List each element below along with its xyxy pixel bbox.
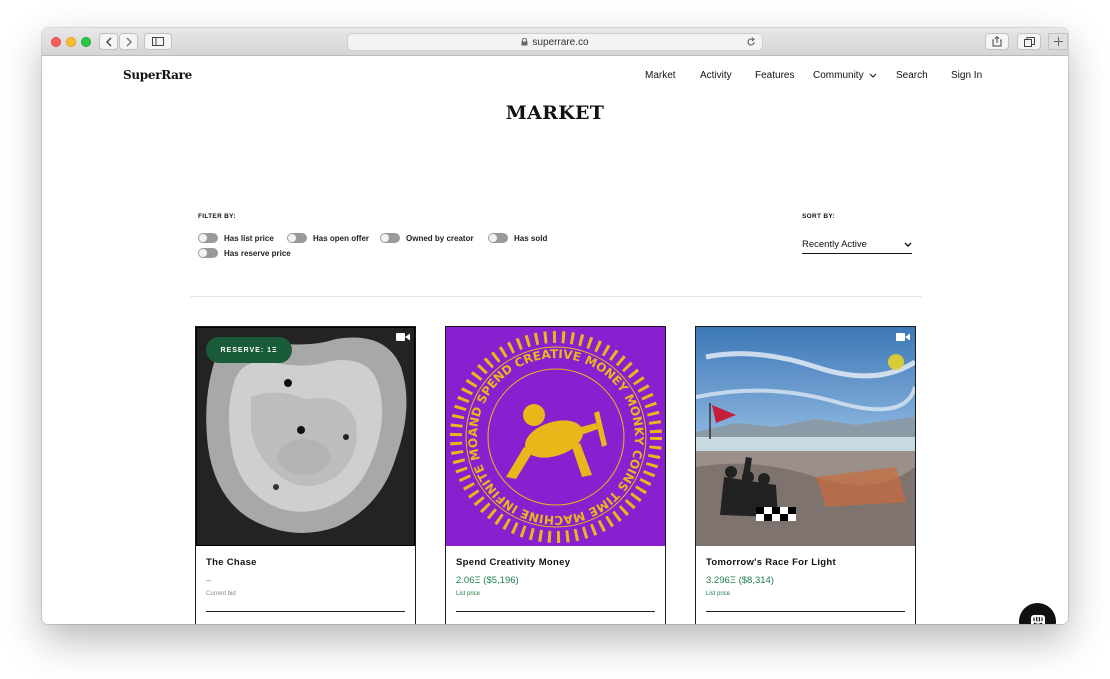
forward-button[interactable] — [119, 33, 138, 50]
toggle-label: Has reserve price — [224, 248, 291, 258]
toggle-owned-by-creator[interactable]: Owned by creator — [380, 233, 474, 243]
card-divider — [706, 611, 905, 612]
share-button[interactable] — [985, 33, 1009, 50]
page-content: SuperRare Market Activity Features Commu… — [42, 56, 1068, 624]
video-icon — [396, 333, 410, 341]
superrare-logo[interactable]: SuperRare — [123, 68, 192, 82]
toggle-switch[interactable] — [198, 248, 218, 258]
video-icon — [896, 333, 910, 341]
reserve-badge: RESERVE: 1Ξ — [206, 337, 292, 363]
toggle-label: Has open offer — [313, 233, 370, 243]
browser-window: superrare.co SuperRare Market Activity F… — [42, 28, 1068, 624]
nav-community-label: Community — [813, 70, 864, 81]
artwork-image[interactable]: RESERVE: 1Ξ — [196, 327, 415, 546]
filter-by-label: FILTER BY: — [198, 213, 236, 220]
tabs-icon — [1023, 36, 1035, 47]
address-bar[interactable]: superrare.co — [347, 33, 763, 51]
toggle-switch[interactable] — [198, 233, 218, 243]
artwork-price-label: List price — [456, 591, 481, 597]
toggle-switch[interactable] — [287, 233, 307, 243]
toggle-has-sold[interactable]: Has sold — [488, 233, 547, 243]
toggle-has-open-offer[interactable]: Has open offer — [287, 233, 369, 243]
sort-selected-value: Recently Active — [802, 239, 867, 250]
coin-artwork-image: AND SPEND CREATIVE MONEY MONKY COINS TIM… — [446, 327, 665, 546]
minimize-window-button[interactable] — [66, 37, 76, 47]
lock-icon — [521, 38, 528, 46]
chevron-down-icon — [904, 242, 912, 247]
artwork-image[interactable]: AND SPEND CREATIVE MONEY MONKY COINS TIM… — [446, 327, 665, 546]
tabs-overview-button[interactable] — [1017, 33, 1041, 50]
nav-search[interactable]: Search — [896, 70, 928, 81]
card-divider — [456, 611, 655, 612]
back-button[interactable] — [99, 33, 118, 50]
landscape-artwork-image — [696, 327, 915, 546]
artwork-card[interactable]: AND SPEND CREATIVE MONEY MONKY COINS TIM… — [445, 326, 666, 624]
reload-icon[interactable] — [746, 37, 756, 47]
sidebar-toggle-button[interactable] — [144, 33, 172, 50]
nav-sign-in[interactable]: Sign In — [951, 70, 982, 81]
toggle-has-list-price[interactable]: Has list price — [198, 233, 274, 243]
url-text: superrare.co — [532, 36, 589, 48]
section-divider — [190, 296, 922, 297]
chat-support-button[interactable] — [1019, 603, 1056, 624]
chevron-left-icon — [105, 37, 111, 46]
artwork-title[interactable]: Spend Creativity Money — [456, 557, 570, 568]
plus-icon — [1053, 37, 1063, 46]
nav-market[interactable]: Market — [645, 70, 676, 81]
artwork-title[interactable]: Tomorrow's Race For Light — [706, 557, 836, 568]
artwork-price-label: List price — [706, 591, 731, 597]
toggle-label: Owned by creator — [406, 233, 474, 243]
new-tab-button[interactable] — [1048, 33, 1068, 50]
sort-select[interactable]: Recently Active — [802, 236, 912, 254]
artwork-price: – — [206, 575, 212, 586]
zoom-window-button[interactable] — [81, 37, 91, 47]
toggle-label: Has list price — [224, 233, 274, 243]
artwork-title[interactable]: The Chase — [206, 557, 257, 568]
artwork-image[interactable] — [696, 327, 915, 546]
chevron-down-icon — [870, 73, 877, 78]
artwork-price: 3.296Ξ ($8,314) — [706, 575, 774, 586]
chat-icon — [1030, 614, 1045, 624]
sidebar-icon — [152, 37, 164, 46]
toggle-switch[interactable] — [380, 233, 400, 243]
toggle-has-reserve-price[interactable]: Has reserve price — [198, 248, 291, 258]
toggle-switch[interactable] — [488, 233, 508, 243]
toggle-label: Has sold — [514, 233, 548, 243]
artwork-card[interactable]: Tomorrow's Race For Light 3.296Ξ ($8,314… — [695, 326, 916, 624]
chevron-right-icon — [126, 37, 132, 46]
nav-activity[interactable]: Activity — [700, 70, 732, 81]
nav-community[interactable]: Community — [813, 70, 877, 81]
close-window-button[interactable] — [51, 37, 61, 47]
sort-by-label: SORT BY: — [802, 213, 835, 220]
share-icon — [992, 36, 1002, 47]
browser-titlebar: superrare.co — [42, 28, 1068, 56]
artwork-price-label: Current bid — [206, 591, 236, 597]
page-title: MARKET — [505, 102, 605, 124]
artwork-card[interactable]: RESERVE: 1Ξ The Chase – Current bid — [195, 326, 416, 624]
artwork-price: 2.06Ξ ($5,196) — [456, 575, 519, 586]
nav-features[interactable]: Features — [755, 70, 794, 81]
card-divider — [206, 611, 405, 612]
